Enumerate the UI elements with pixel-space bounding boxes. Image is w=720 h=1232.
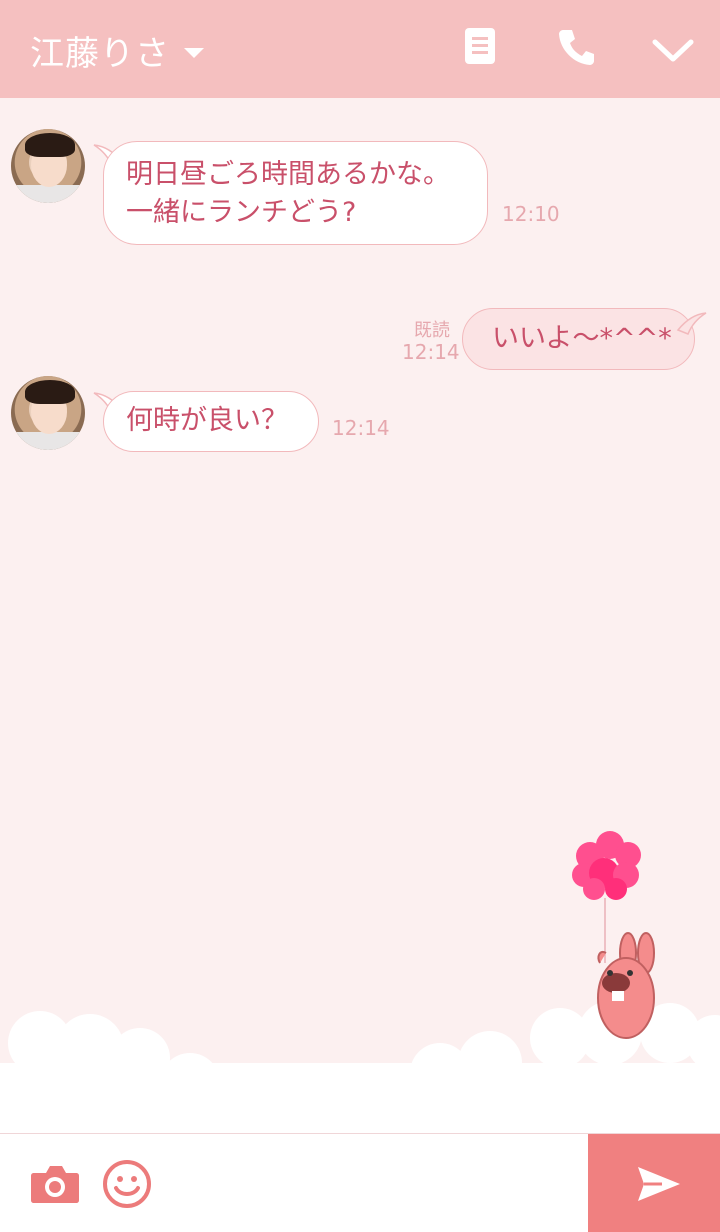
input-toolbar: [0, 1133, 720, 1232]
message-time: 12:14: [402, 340, 460, 364]
message-text: 明日昼ごろ時間あるかな。: [126, 159, 450, 190]
bubble-tail: [676, 312, 707, 335]
send-button[interactable]: [588, 1134, 720, 1232]
chat-area[interactable]: 明日昼ごろ時間あるかな。 一緒にランチどう? 12:10 既読 12:14 いい…: [0, 98, 720, 1133]
contact-name[interactable]: 江藤りさ: [30, 26, 170, 75]
avatar[interactable]: [11, 129, 85, 203]
message-text: 一緒にランチどう?: [126, 197, 357, 228]
send-icon: [638, 1167, 680, 1201]
phone-icon[interactable]: [556, 26, 598, 68]
message-bubble[interactable]: 何時が良い？: [103, 391, 319, 452]
dropdown-caret-icon[interactable]: [184, 48, 204, 58]
emoji-icon[interactable]: [102, 1159, 152, 1209]
message-text: いいよ〜*^^*: [492, 323, 672, 354]
message-time: 12:10: [502, 202, 560, 226]
avatar[interactable]: [11, 376, 85, 450]
bunny-balloon-sticker: [572, 831, 655, 1039]
message-bubble[interactable]: いいよ〜*^^*: [462, 308, 695, 370]
chat-header: 江藤りさ: [0, 0, 720, 98]
message-text: 何時が良い？: [126, 405, 288, 436]
message-time: 12:14: [332, 416, 390, 440]
notes-icon[interactable]: [464, 26, 496, 66]
message-bubble[interactable]: 明日昼ごろ時間あるかな。 一緒にランチどう?: [103, 141, 488, 245]
chevron-down-icon[interactable]: [652, 38, 694, 64]
read-receipt: 既読: [414, 320, 450, 341]
camera-icon[interactable]: [30, 1163, 80, 1203]
